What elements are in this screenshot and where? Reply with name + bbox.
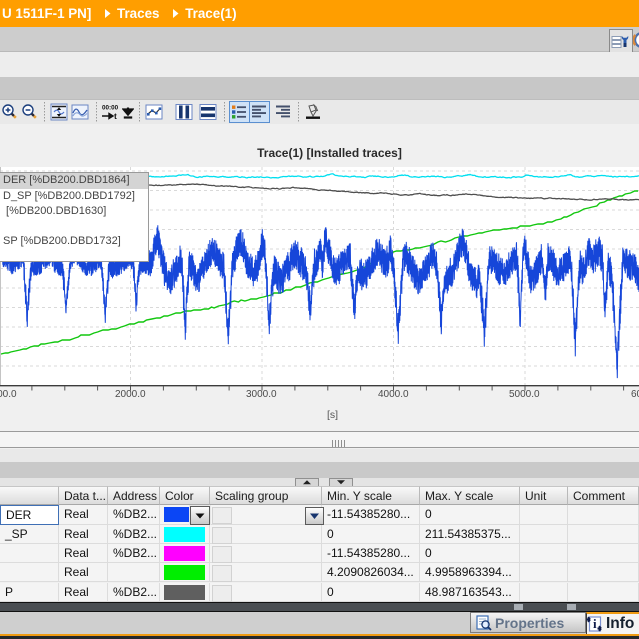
svg-text:t: t: [114, 111, 117, 121]
svg-text:i: i: [593, 616, 597, 631]
